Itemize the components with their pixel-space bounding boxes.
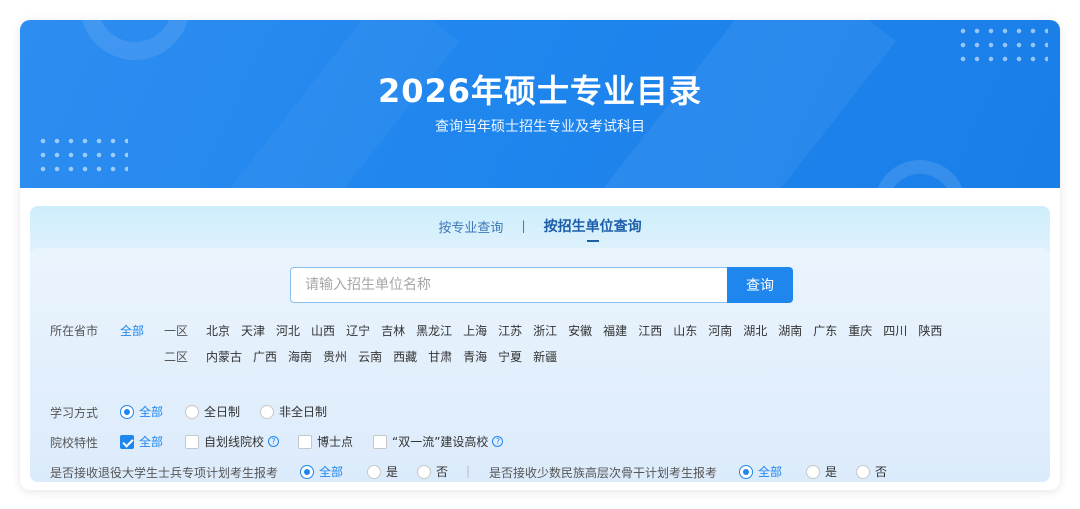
catalog-card: 2026年硕士专业目录 查询当年硕士招生专业及考试科目 按专业查询 | 按招生单… (20, 20, 1060, 490)
province-item[interactable]: 内蒙古 (206, 348, 242, 365)
radio-indicator (367, 464, 381, 479)
checkbox-indicator (298, 434, 312, 449)
feature-self-cutoff-checkbox[interactable]: 自划线院校 ? (185, 433, 280, 450)
radio-indicator (806, 464, 820, 479)
study-mode-label: 学习方式 (50, 406, 99, 420)
radio-indicator (185, 404, 199, 419)
feature-doctoral-checkbox[interactable]: 博士点 (298, 433, 353, 450)
institution-search-input[interactable] (290, 267, 728, 303)
province-item[interactable]: 甘肃 (428, 348, 452, 365)
minority-yes-radio[interactable]: 是 (806, 463, 837, 480)
checkbox-indicator (185, 434, 199, 449)
question-circle-icon[interactable]: ? (268, 436, 280, 447)
study-mode-all-radio[interactable]: 全部 (120, 403, 163, 420)
checkmark-icon (120, 434, 134, 449)
province-item[interactable]: 山西 (311, 322, 335, 339)
province-item[interactable]: 新疆 (533, 348, 557, 365)
option-label: “双一流”建设高校 (392, 435, 489, 449)
option-label: 是 (825, 465, 838, 479)
veteran-no-radio[interactable]: 否 (417, 463, 448, 480)
dot-grid-decoration (956, 24, 1048, 68)
zone2-province-list: 内蒙古 广西 海南 贵州 云南 西藏 甘肃 青海 宁夏 新疆 (206, 348, 568, 365)
province-item[interactable]: 安徽 (568, 322, 592, 339)
option-label: 博士点 (317, 435, 354, 449)
page-subtitle: 查询当年硕士招生专业及考试科目 (435, 119, 645, 135)
banner: 2026年硕士专业目录 查询当年硕士招生专业及考试科目 (20, 20, 1060, 188)
question-circle-icon[interactable]: ? (492, 436, 504, 447)
banner-ring-decoration (80, 20, 190, 60)
province-item[interactable]: 广东 (813, 322, 837, 339)
province-item[interactable]: 海南 (288, 348, 312, 365)
option-label: 全部 (139, 435, 164, 449)
province-item[interactable]: 四川 (883, 322, 907, 339)
radio-indicator (260, 404, 274, 419)
option-label: 全部 (319, 465, 344, 479)
province-item[interactable]: 湖北 (743, 322, 767, 339)
zone1-label: 一区 (164, 324, 189, 338)
province-all[interactable]: 全部 (120, 322, 144, 339)
option-label: 自划线院校 (204, 435, 265, 449)
query-tabs: 按专业查询 | 按招生单位查询 (30, 216, 1050, 246)
province-item[interactable]: 西藏 (393, 348, 417, 365)
minority-all-radio[interactable]: 全部 (739, 463, 782, 480)
filter-separator: | (466, 464, 471, 478)
option-label: 全部 (758, 465, 783, 479)
feature-all-checkbox[interactable]: 全部 (120, 433, 163, 450)
province-item[interactable]: 贵州 (323, 348, 347, 365)
province-item[interactable]: 浙江 (533, 322, 557, 339)
province-label: 所在省市 (50, 324, 99, 338)
province-item[interactable]: 江苏 (498, 322, 522, 339)
option-label: 是 (386, 465, 399, 479)
school-features-label: 院校特性 (50, 436, 99, 450)
radio-indicator (300, 464, 314, 479)
zone2-label: 二区 (164, 350, 189, 364)
minority-plan-label: 是否接收少数民族高层次骨干计划考生报考 (489, 466, 718, 480)
veteran-plan-label: 是否接收退役大学生士兵专项计划考生报考 (50, 466, 279, 480)
search-panel: 按专业查询 | 按招生单位查询 查询 所在省市 全部 一区 北京天津河北山西辽宁… (30, 206, 1050, 482)
option-label: 否 (436, 465, 449, 479)
radio-indicator (856, 464, 870, 479)
minority-no-radio[interactable]: 否 (856, 463, 887, 480)
province-item[interactable]: 辽宁 (346, 322, 370, 339)
veteran-yes-radio[interactable]: 是 (367, 463, 398, 480)
radio-indicator (739, 464, 753, 479)
province-item[interactable]: 湖南 (778, 322, 802, 339)
feature-double-first-class-checkbox[interactable]: “双一流”建设高校 ? (373, 433, 504, 450)
province-item[interactable]: 江西 (638, 322, 662, 339)
province-item[interactable]: 广西 (253, 348, 277, 365)
tab-by-major[interactable]: 按专业查询 (438, 217, 503, 236)
zone1-province-list: 北京 天津 河北 山西 辽宁 吉林 黑龙江 上海 江苏 浙江 安徽 福建 江西 山东 河南 湖北 湖南 广东 重庆四… (206, 322, 953, 339)
province-item[interactable]: 河南 (708, 322, 732, 339)
dot-grid-decoration (36, 134, 128, 178)
province-item[interactable]: 黑龙江 (416, 322, 452, 339)
banner-ring-decoration (874, 160, 966, 188)
province-item[interactable]: 重庆 (848, 322, 872, 339)
province-item[interactable]: 上海 (463, 322, 487, 339)
province-item[interactable]: 青海 (463, 348, 487, 365)
radio-indicator (417, 464, 431, 479)
tab-separator: | (521, 219, 526, 233)
study-mode-fulltime-radio[interactable]: 全日制 (185, 403, 240, 420)
option-label: 否 (875, 465, 888, 479)
veteran-all-radio[interactable]: 全部 (300, 463, 343, 480)
province-item[interactable]: 陕西 (918, 322, 942, 339)
province-item[interactable]: 河北 (276, 322, 300, 339)
tab-by-institution[interactable]: 按招生单位查询 (544, 216, 642, 242)
province-item[interactable]: 福建 (603, 322, 627, 339)
checkbox-indicator (373, 434, 387, 449)
option-label: 全日制 (204, 405, 241, 419)
province-item[interactable]: 吉林 (381, 322, 405, 339)
province-item[interactable]: 北京 (206, 322, 230, 339)
page-title: 2026年硕士专业目录 (377, 72, 703, 110)
province-item[interactable]: 天津 (241, 322, 265, 339)
province-item[interactable]: 宁夏 (498, 348, 522, 365)
option-label: 非全日制 (279, 405, 328, 419)
study-mode-parttime-radio[interactable]: 非全日制 (260, 403, 327, 420)
province-item[interactable]: 云南 (358, 348, 382, 365)
option-label: 全部 (139, 405, 164, 419)
province-item[interactable]: 山东 (673, 322, 697, 339)
search-button[interactable]: 查询 (727, 267, 793, 303)
radio-indicator (120, 404, 134, 419)
